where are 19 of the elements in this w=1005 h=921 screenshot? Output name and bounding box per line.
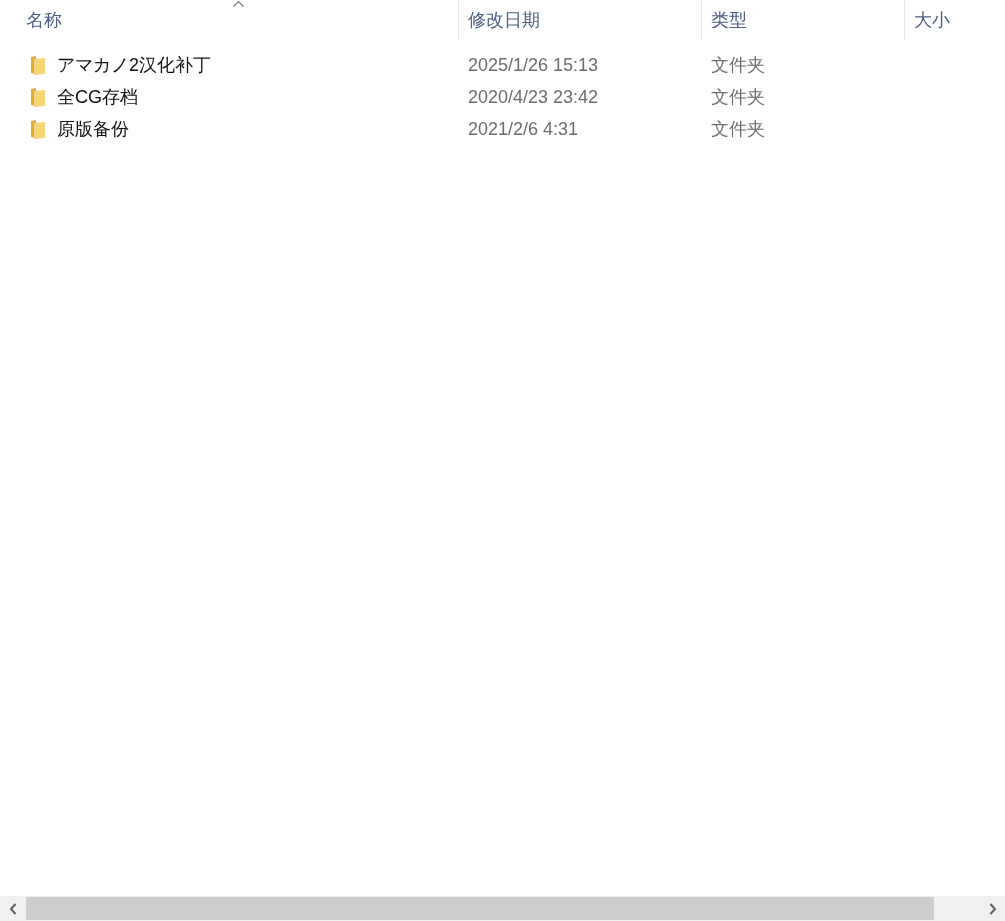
column-header[interactable]: 修改日期 [458,0,701,40]
chevron-right-icon [988,902,997,915]
modified-date: 2021/2/6 4:31 [467,118,580,140]
folder-icon [30,55,46,75]
scrollbar-thumb[interactable] [26,897,934,920]
file-type: 文件夹 [710,54,766,77]
modified-date: 2025/1/26 15:13 [467,54,600,76]
modified-date: 2020/4/23 23:42 [467,86,600,108]
column-header[interactable]: 名称 [0,0,458,40]
column-header[interactable]: 大小 [904,0,1005,40]
folder-icon [30,119,46,139]
file-name: 全CG存档 [57,86,138,109]
file-name: 原版备份 [57,118,129,141]
column-header[interactable]: 类型 [701,0,904,40]
chevron-left-icon [9,902,17,915]
file-type: 文件夹 [710,118,766,141]
file-type: 文件夹 [710,86,766,109]
file-name: アマカノ2汉化补丁 [57,54,211,77]
folder-icon [30,87,46,107]
